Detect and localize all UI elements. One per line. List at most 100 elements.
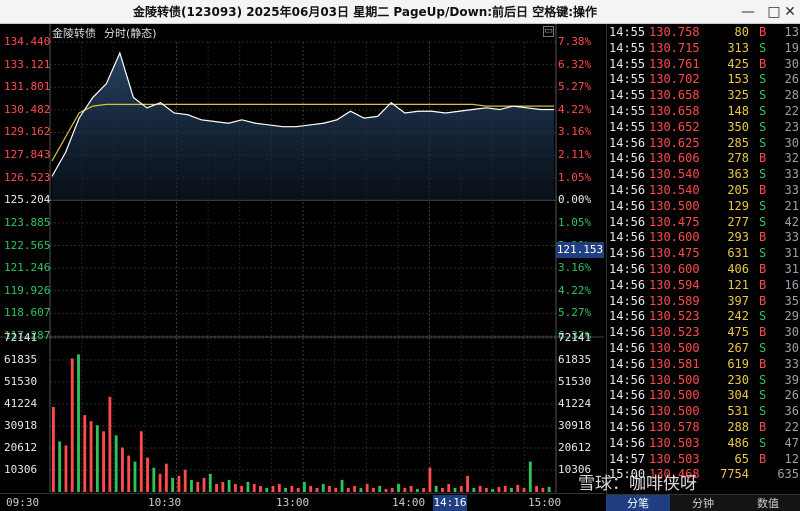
- trade-side: S: [759, 119, 767, 134]
- trade-volume: 7754: [720, 467, 749, 482]
- trade-count: 31: [784, 262, 799, 276]
- volume-bar: [215, 483, 218, 492]
- trade-ticks-panel[interactable]: 14:55 130.758 80 B 13 14:55 130.715 313 S 19 14:55…: [606, 24, 800, 494]
- trade-price: 130.758: [649, 25, 700, 39]
- volume-bar: [77, 354, 80, 492]
- trade-count: 635: [777, 467, 799, 482]
- trade-row: 14:55 130.658 148 S 22: [607, 104, 800, 120]
- security-name: 金陵转债: [52, 27, 96, 40]
- volume-bar: [108, 396, 112, 492]
- trade-side: S: [759, 404, 767, 419]
- trade-count: 39: [784, 372, 799, 387]
- price-tick-label: 123.885: [4, 215, 51, 229]
- trade-side: S: [759, 88, 767, 103]
- trade-time: 14:56: [609, 356, 646, 371]
- pct-tick-label: 3.16%: [558, 261, 592, 275]
- trade-side: B: [759, 420, 767, 434]
- trade-time: 14:55: [609, 88, 646, 103]
- pct-tick-label: 5.27%: [558, 80, 592, 94]
- trade-price: 130.652: [649, 119, 700, 134]
- volume-tick-label: 72141: [4, 331, 38, 344]
- trade-time: 14:56: [609, 420, 646, 434]
- trade-count: 47: [784, 435, 799, 450]
- price-tick-label: 122.565: [4, 238, 51, 252]
- volume-tick-label: 51530: [4, 375, 38, 388]
- trade-side: S: [759, 246, 767, 261]
- trade-side: S: [759, 341, 767, 355]
- volume-bar: [340, 479, 344, 492]
- trade-volume: 304: [727, 388, 749, 403]
- volume-bar: [158, 473, 162, 492]
- trade-row: 14:56 130.594 121 B 16: [607, 278, 800, 294]
- trade-price: 130.658: [649, 88, 700, 103]
- price-tick-label: 121.246: [4, 261, 51, 275]
- volume-bar: [422, 487, 426, 492]
- chart-option-checkbox[interactable]: ▭: [543, 26, 554, 37]
- trade-time: 14:56: [609, 309, 646, 324]
- trade-row: 14:56 130.500 129 S 21: [607, 199, 800, 215]
- volume-bar: [152, 467, 156, 492]
- trade-side: S: [759, 372, 767, 387]
- volume-bar: [372, 487, 375, 492]
- volume-bar: [409, 485, 413, 492]
- trade-volume: 65: [734, 451, 749, 466]
- volume-bar: [428, 467, 432, 492]
- trade-time: 14:56: [609, 135, 646, 150]
- volume-bar: [434, 485, 438, 492]
- trade-count: 35: [784, 293, 799, 308]
- trade-time: 14:56: [609, 262, 646, 276]
- trade-count: 31: [784, 246, 799, 261]
- trade-price: 130.503: [649, 451, 700, 466]
- volume-bar: [541, 487, 545, 492]
- volume-bar: [303, 481, 306, 492]
- pct-tick-label: 4.22%: [558, 102, 592, 116]
- trade-time: 14:57: [609, 451, 646, 466]
- minimize-icon[interactable]: —: [738, 2, 758, 22]
- price-tick-label: 127.843: [4, 148, 51, 162]
- trade-row: 14:56 130.578 288 B 22: [607, 420, 800, 436]
- pct-tick-label: 1.05%: [558, 215, 592, 229]
- volume-bar: [346, 487, 350, 492]
- tab-values[interactable]: 数值: [736, 495, 800, 511]
- trade-count: 33: [784, 356, 799, 371]
- trade-row: 14:56 130.581 619 B 33: [607, 357, 800, 373]
- trade-price: 130.523: [649, 325, 700, 340]
- trade-side: B: [759, 183, 767, 197]
- trade-side: B: [759, 151, 767, 166]
- volume-bar: [177, 475, 181, 492]
- volume-bar: [497, 486, 501, 492]
- trade-side: S: [759, 72, 767, 87]
- trade-volume: 267: [727, 341, 749, 355]
- trade-count: 22: [784, 104, 799, 118]
- trade-price: 130.503: [649, 435, 700, 450]
- trade-volume: 242: [727, 309, 749, 324]
- volume-bar: [290, 485, 294, 492]
- volume-bar: [296, 487, 300, 492]
- volume-bar: [196, 481, 200, 492]
- trade-time: 14:56: [609, 293, 646, 308]
- trade-row: 14:55 130.715 313 S 19: [607, 41, 800, 57]
- x-tick-label: 14:00: [392, 496, 426, 509]
- intraday-chart[interactable]: 金陵转债 分时(静态) ▭ 134.440 133.121 131.801 130.4…: [0, 24, 604, 511]
- trade-volume: 80: [734, 25, 749, 39]
- price-tick-label: 129.162: [4, 125, 51, 139]
- trade-price: 130.589: [649, 293, 700, 308]
- volume-bar: [441, 487, 444, 492]
- trade-row: 14:56 130.540 363 S 33: [607, 167, 800, 183]
- volume-bar: [58, 441, 62, 492]
- volume-tick-label: 20612: [558, 441, 592, 454]
- volume-bar: [309, 485, 313, 492]
- trade-row: 14:57 130.503 65 B 12: [607, 452, 800, 468]
- pct-tick-label: 6.32%: [558, 57, 592, 71]
- trade-side: S: [759, 435, 767, 450]
- volume-tick-label: 61835: [4, 353, 38, 366]
- trade-price: 130.500: [649, 404, 700, 419]
- trade-side: B: [759, 277, 767, 292]
- volume-tick-label: 10306: [4, 463, 38, 476]
- volume-bar: [121, 447, 124, 492]
- trade-side: S: [759, 309, 767, 324]
- close-button[interactable]: ✕: [780, 2, 800, 22]
- price-tick-label: 125.204: [4, 193, 51, 207]
- trade-time: 14:56: [609, 404, 646, 419]
- trade-row: 14:56 130.540 205 B 33: [607, 183, 800, 199]
